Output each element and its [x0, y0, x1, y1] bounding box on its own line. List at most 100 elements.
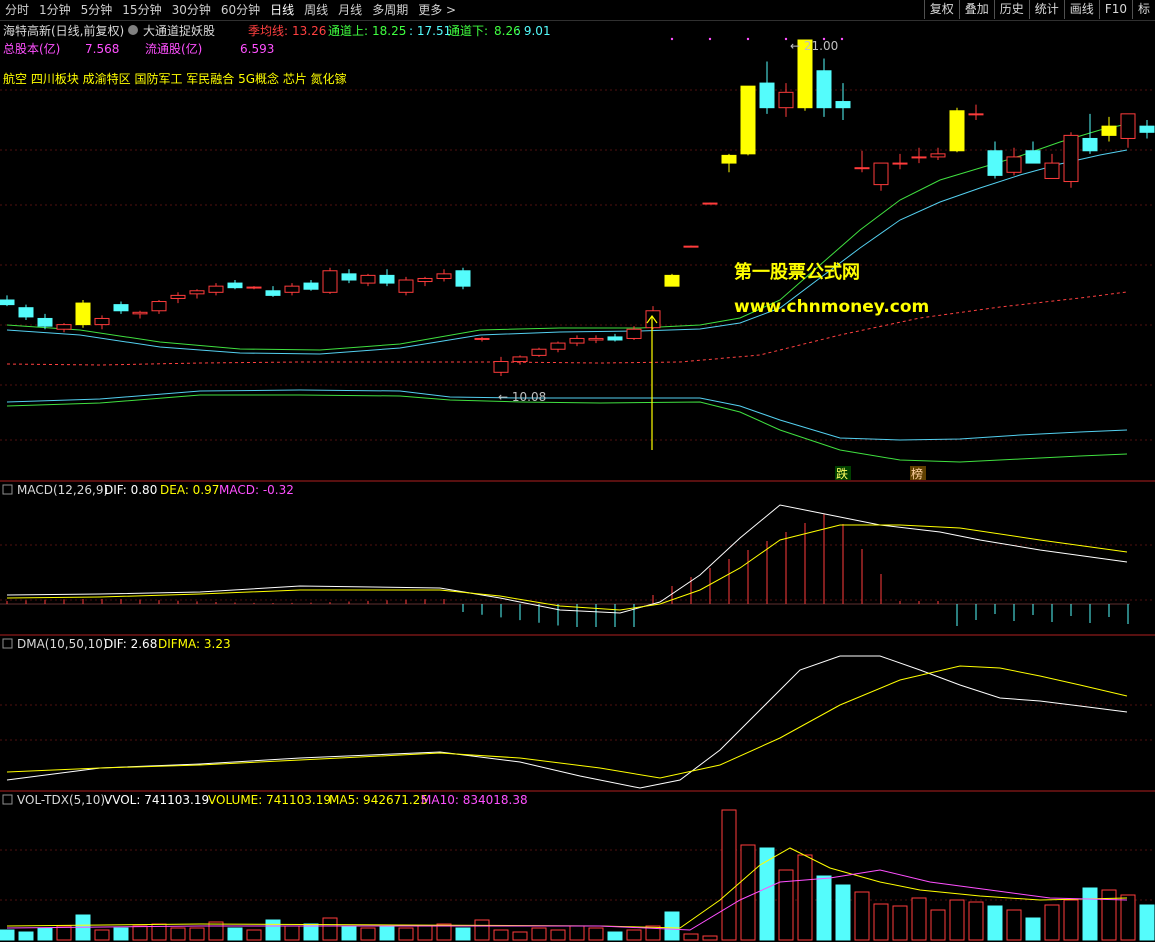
- macd-lines: [6, 504, 1128, 614]
- signal-dot: [670, 37, 674, 41]
- macd-dea-line: [6, 524, 1128, 611]
- candle: [322, 267, 338, 294]
- panel-collapse-icon[interactable]: [2, 794, 13, 805]
- tab-3[interactable]: 15分钟: [117, 0, 166, 20]
- candle: [1101, 116, 1117, 142]
- concept-tags[interactable]: 航空 四川板块 成渝特区 国防军工 军民融合 5G概念 芯片 氮化镓: [3, 71, 347, 86]
- tab-4[interactable]: 30分钟: [167, 0, 216, 20]
- badge-die: 跌: [836, 466, 848, 481]
- candle: [132, 310, 148, 319]
- macd-title[interactable]: MACD(12,26,9): [17, 483, 108, 497]
- candle: [56, 323, 72, 333]
- chart-area: 海特高新(日线,前复权) 大通道捉妖股 季均线: 13.26 通道上: 18.2…: [0, 23, 1155, 941]
- candle: [1025, 141, 1041, 164]
- volume-bar: [379, 925, 395, 941]
- candle: [398, 276, 414, 296]
- volume-bar: [1082, 887, 1098, 941]
- candle: [1120, 113, 1136, 148]
- volume-bar: [265, 919, 281, 941]
- tab-10[interactable]: 更多 >: [413, 0, 461, 20]
- volume-bar: [0, 929, 15, 941]
- candle: [1082, 113, 1098, 154]
- candle: [721, 153, 737, 173]
- candle: [436, 269, 452, 282]
- toolbar-button-5[interactable]: F10: [1098, 0, 1132, 19]
- panel-collapse-icon[interactable]: [2, 484, 13, 495]
- tab-5[interactable]: 60分钟: [216, 0, 265, 20]
- stock-title[interactable]: 海特高新(日线,前复权): [3, 23, 124, 38]
- float-shares-value: 6.593: [240, 42, 274, 56]
- candle: [949, 107, 965, 153]
- candle: [455, 267, 471, 290]
- volume-bar: [664, 911, 680, 941]
- candle: [550, 341, 566, 353]
- candle: [816, 58, 832, 117]
- volume-bar: [569, 925, 585, 941]
- toolbar-button-2[interactable]: 历史: [993, 0, 1029, 19]
- volume-bar: [113, 927, 129, 941]
- volume-bar: [455, 927, 471, 941]
- volume-bar: [1139, 904, 1155, 941]
- volume-bar: [284, 925, 300, 941]
- period-toolbar: 分时 1分钟 5分钟 15分钟 30分钟 60分钟 日线 周线 月线 多周期 更多 > 复权 叠加 历史…: [0, 0, 1155, 21]
- total-shares-value: 7.568: [85, 42, 119, 56]
- volume-bar: [417, 925, 433, 941]
- tab-9[interactable]: 多周期: [367, 0, 413, 20]
- float-shares-label: 流通股(亿): [145, 41, 202, 56]
- volume-bar: [398, 927, 414, 941]
- volume-bar: [683, 933, 699, 941]
- toolbar-button-4[interactable]: 画线: [1063, 0, 1099, 19]
- macd-dea: DEA: 0.97: [160, 483, 219, 497]
- candle: [569, 335, 585, 347]
- toolbar-button-0[interactable]: 复权: [923, 0, 959, 19]
- candle: [873, 162, 889, 191]
- volume-bar: [170, 927, 186, 941]
- candle: [759, 61, 775, 114]
- dma-difma: DIFMA: 3.23: [158, 637, 231, 651]
- high-price-marker: ← 21.00: [790, 39, 838, 53]
- candle: [778, 83, 794, 117]
- tab-0[interactable]: 分时: [0, 0, 34, 20]
- volume-panel: VOL-TDX(5,10) VVOL: 741103.19 VOLUME: 74…: [0, 793, 1155, 941]
- vol-ma5: MA5: 942671.25: [329, 793, 428, 807]
- vol-title[interactable]: VOL-TDX(5,10): [17, 793, 105, 807]
- volume-bar: [341, 925, 357, 941]
- watermark-title: 第一股票公式网: [734, 261, 860, 283]
- volume-bar: [873, 903, 889, 941]
- channel-lines: [6, 123, 1128, 463]
- volume-bar: [702, 935, 718, 941]
- toolbar-right-buttons: 复权 叠加 历史 统计 画线 F10 标: [923, 0, 1155, 20]
- candle: [531, 347, 547, 357]
- dma-dif: DIF: 2.68: [104, 637, 157, 651]
- channel-upper-cyan: [6, 149, 1128, 355]
- tab-1[interactable]: 1分钟: [34, 0, 76, 20]
- toolbar-button-1[interactable]: 叠加: [958, 0, 994, 19]
- candle: [113, 301, 129, 314]
- candle: [75, 300, 91, 328]
- dma-dif-line: [6, 655, 1128, 789]
- candle: [740, 85, 756, 156]
- macd-panel: MACD(12,26,9) DIF: 0.80 DEA: 0.97 MACD: …: [0, 483, 1130, 627]
- volume-bar: [930, 909, 946, 941]
- panel-collapse-icon[interactable]: [2, 638, 13, 649]
- dma-panel: DMA(10,50,10) DIF: 2.68 DIFMA: 3.23: [2, 637, 1128, 789]
- toolbar-button-6[interactable]: 标: [1131, 0, 1155, 19]
- candle: [170, 292, 186, 304]
- indicator-settings-icon[interactable]: [128, 25, 138, 35]
- candle: [1063, 132, 1079, 188]
- candle: [854, 150, 870, 173]
- candle: [835, 83, 851, 120]
- toolbar-button-3[interactable]: 统计: [1028, 0, 1064, 19]
- dma-lines: [6, 655, 1128, 789]
- volume-bar: [246, 929, 262, 941]
- volume-bar: [911, 897, 927, 941]
- indicator-name[interactable]: 大通道捉妖股: [143, 23, 215, 38]
- dma-title[interactable]: DMA(10,50,10): [17, 637, 108, 651]
- total-shares-label: 总股本(亿): [3, 41, 60, 56]
- tab-6[interactable]: 日线: [265, 0, 299, 20]
- tab-8[interactable]: 月线: [333, 0, 367, 20]
- tab-7[interactable]: 周线: [299, 0, 333, 20]
- channel-upper-green: [6, 123, 1128, 351]
- candle: [379, 269, 395, 287]
- tab-2[interactable]: 5分钟: [76, 0, 118, 20]
